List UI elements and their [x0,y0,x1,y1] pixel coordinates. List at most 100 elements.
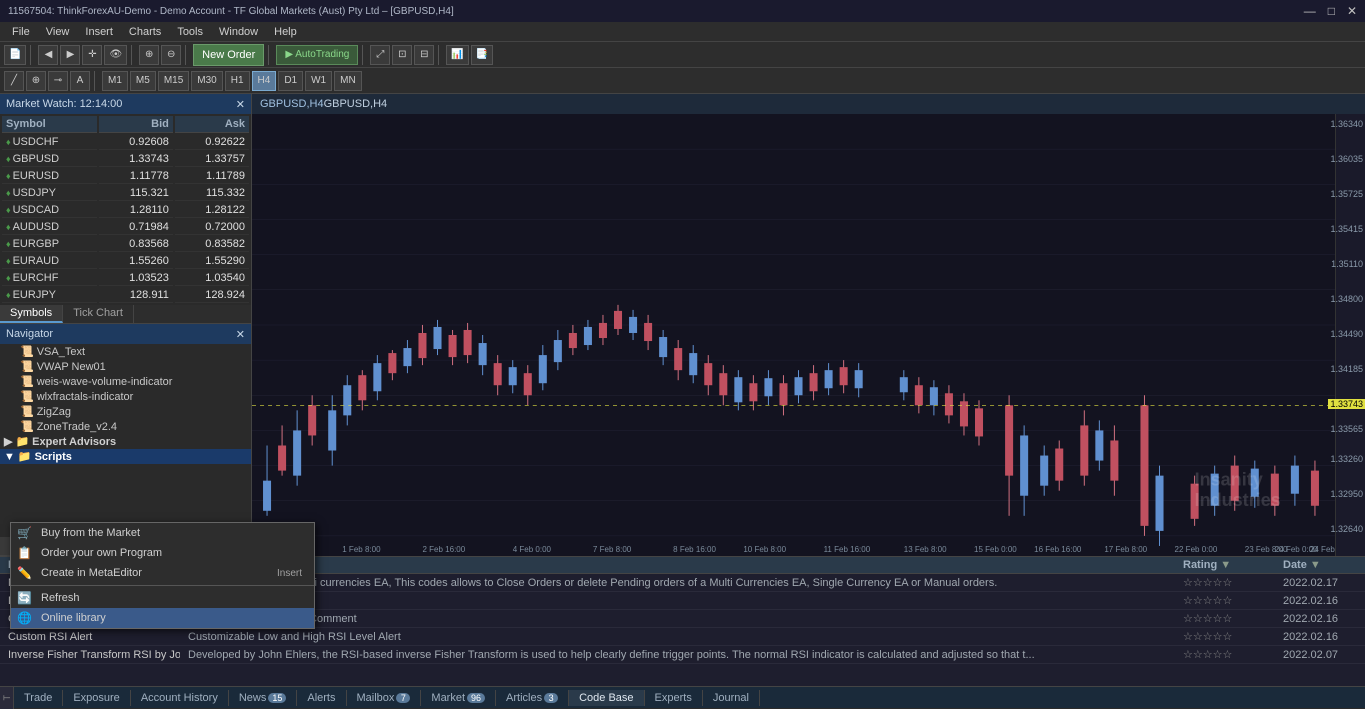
period-sep-button[interactable]: ⊟ [414,45,434,65]
market-watch-row[interactable]: ♦EURJPY 128.911 128.924 [2,288,249,303]
nav-group-expert[interactable]: ▶ 📁 Expert Advisors [0,434,251,449]
nav-item-wlx[interactable]: 📜 wlxfractals-indicator [0,389,251,404]
edit-icon: ✏️ [17,566,32,580]
svg-text:16 Feb 16:00: 16 Feb 16:00 [1034,545,1082,554]
tf-h4[interactable]: H4 [252,71,277,91]
zoom-fit2-button[interactable]: ⊡ [392,45,412,65]
mw-col-bid: Bid [99,116,173,133]
tab-exposure[interactable]: Exposure [63,690,130,706]
ctx-refresh[interactable]: 🔄 Refresh [11,588,314,608]
nav-item-zone[interactable]: 📜 ZoneTrade_v2.4 [0,419,251,434]
menu-item-window[interactable]: Window [211,24,266,40]
market-watch-row[interactable]: ♦EURCHF 1.03523 1.03540 [2,271,249,286]
menu-item-help[interactable]: Help [266,24,305,40]
market-watch-row[interactable]: ♦AUDUSD 0.71984 0.72000 [2,220,249,235]
menu-item-view[interactable]: View [38,24,78,40]
mw-tab-tick[interactable]: Tick Chart [63,305,134,323]
view-button[interactable]: 👁 [104,45,127,65]
market-watch-row[interactable]: ♦USDCHF 0.92608 0.92622 [2,135,249,150]
tab-alerts[interactable]: Alerts [297,690,346,706]
mw-ask: 1.33757 [175,152,249,167]
price-8: 1.34185 [1330,364,1363,374]
minimize-button[interactable]: — [1304,4,1316,18]
nav-group-label: Expert Advisors [32,436,116,448]
tf-m30[interactable]: M30 [191,71,222,91]
nav-item-vsa[interactable]: 📜 VSA_Text [0,344,251,359]
tf-w1[interactable]: W1 [305,71,332,91]
maximize-button[interactable]: □ [1328,4,1335,18]
zoom-in-button[interactable]: ⊕ [139,45,159,65]
svg-text:Industries: Industries [1195,490,1281,510]
price-12: 1.32950 [1330,489,1363,499]
tab-mailbox[interactable]: Mailbox 7 [347,690,422,706]
tab-articles[interactable]: Articles 3 [496,690,569,706]
tab-trade[interactable]: Trade [14,690,63,706]
zoom-fit-button[interactable]: ⤢ [370,45,390,65]
ctx-buy-market[interactable]: 🛒 Buy from the Market [11,523,314,543]
market-watch-row[interactable]: ♦USDCAD 1.28110 1.28122 [2,203,249,218]
templates-button[interactable]: 📑 [471,45,493,65]
new-chart-button[interactable]: 📄 [4,45,26,65]
script-icon: 📜 [20,390,34,403]
market-watch-header: Market Watch: 12:14:00 ✕ [0,94,251,114]
market-watch-row[interactable]: ♦USDJPY 115.321 115.332 [2,186,249,201]
nav-item-weis[interactable]: 📜 weis-wave-volume-indicator [0,374,251,389]
nav-item-vwap[interactable]: 📜 VWAP New01 [0,359,251,374]
tf-m15[interactable]: M15 [158,71,189,91]
refresh-icon: 🔄 [17,591,32,605]
crosshair-button[interactable]: ✛ [82,45,102,65]
mw-bid: 0.92608 [99,135,173,150]
price-10: 1.33565 [1330,424,1363,434]
menu-item-charts[interactable]: Charts [121,24,169,40]
menu-item-insert[interactable]: Insert [77,24,121,40]
ctx-order-program[interactable]: 📋 Order your own Program [11,543,314,563]
tab-market[interactable]: Market 96 [421,690,496,706]
ctx-create-editor[interactable]: ✏️ Create in MetaEditor Insert [11,563,314,583]
ctx-online-library[interactable]: 🌐 Online library [11,608,314,628]
draw-btn2[interactable]: ⊕ [26,71,46,91]
ctx-create-label: Create in MetaEditor [41,567,277,579]
tf-m5[interactable]: M5 [130,71,156,91]
price-7: 1.34490 [1330,329,1363,339]
svg-text:22 Feb 0:00: 22 Feb 0:00 [1175,545,1218,554]
nav-label: ZoneTrade_v2.4 [37,421,117,433]
tab-news[interactable]: News 15 [229,690,298,706]
nav-group-scripts[interactable]: ▼ 📁 Scripts [0,449,251,464]
mw-tab-symbols[interactable]: Symbols [0,305,63,323]
chart-canvas[interactable]: 31 Jan 0:00 1 Feb 8:00 2 Feb 16:00 4 Feb… [252,114,1335,556]
draw-btn3[interactable]: ⊸ [48,71,68,91]
zoom-out-button[interactable]: ⊖ [161,45,181,65]
menu-item-file[interactable]: File [4,24,38,40]
market-watch-row[interactable]: ♦EURAUD 1.55260 1.55290 [2,254,249,269]
market-watch-row[interactable]: ♦GBPUSD 1.33743 1.33757 [2,152,249,167]
tab-account-history[interactable]: Account History [131,690,229,706]
back-button[interactable]: ◀ [38,45,58,65]
nav-item-zigzag[interactable]: 📜 ZigZag [0,404,251,419]
tab-journal[interactable]: Journal [703,690,760,706]
tab-experts[interactable]: Experts [645,690,703,706]
market-watch-row[interactable]: ♦EURGBP 0.83568 0.83582 [2,237,249,252]
tf-m1[interactable]: M1 [102,71,128,91]
forward-button[interactable]: ▶ [60,45,80,65]
mw-symbol: ♦EURCHF [2,271,97,286]
table-row[interactable]: Custom RSI Alert Customizable Low and Hi… [0,628,1365,646]
menu-item-tools[interactable]: Tools [169,24,211,40]
tf-mn[interactable]: MN [334,71,362,91]
tf-h1[interactable]: H1 [225,71,250,91]
market-watch-close[interactable]: ✕ [236,98,245,111]
market-watch-table: Symbol Bid Ask ♦USDCHF 0.92608 0.92622 ♦… [0,114,251,305]
close-button[interactable]: ✕ [1347,4,1357,18]
mw-col-symbol: Symbol [2,116,97,133]
row-desc: Developed by John Ehlers, the RSI-based … [180,646,1175,664]
indicators-button[interactable]: 📊 [446,45,468,65]
text-btn[interactable]: A [70,71,90,91]
navigator-body[interactable]: 📜 VSA_Text 📜 VWAP New01 📜 weis-wave-volu… [0,344,251,537]
new-order-button[interactable]: New Order [193,44,264,66]
autotrading-button[interactable]: ▶ AutoTrading [276,45,358,65]
tab-codebase[interactable]: Code Base [569,690,644,706]
draw-line-button[interactable]: ╱ [4,71,24,91]
market-watch-row[interactable]: ♦EURUSD 1.11778 1.11789 [2,169,249,184]
tf-d1[interactable]: D1 [278,71,303,91]
table-row[interactable]: Inverse Fisher Transform RSI by John Eh.… [0,646,1365,664]
navigator-close[interactable]: ✕ [236,328,245,341]
